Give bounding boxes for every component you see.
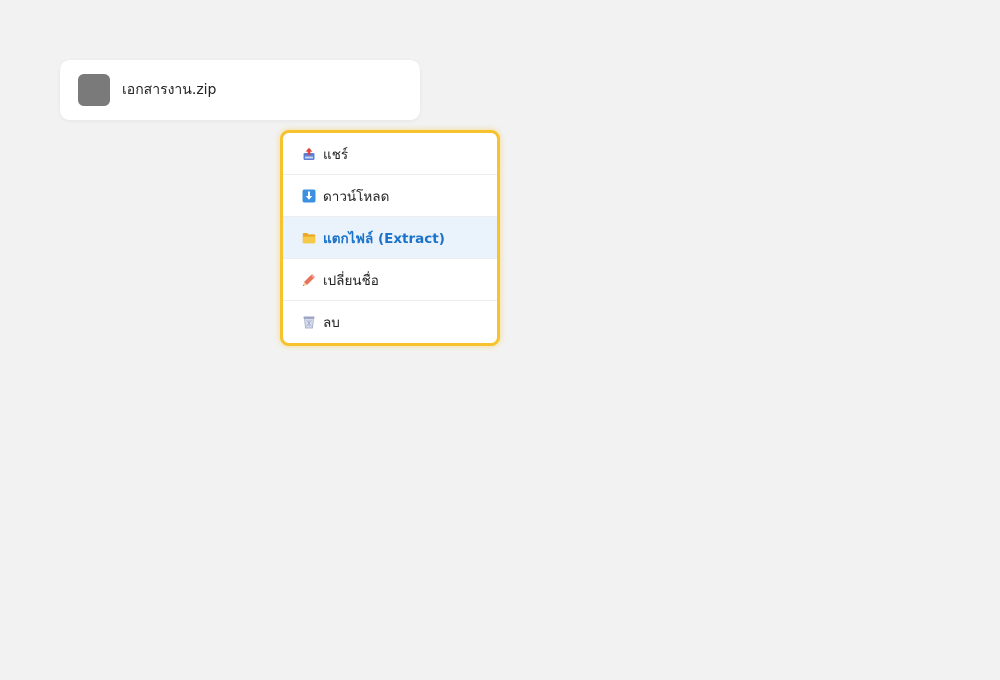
- download-arrow-icon: [302, 189, 316, 203]
- menu-item-share[interactable]: แชร์: [283, 133, 497, 175]
- pencil-icon: [302, 273, 316, 287]
- menu-item-label: แชร์: [323, 146, 349, 163]
- menu-item-rename[interactable]: เปลี่ยนชื่อ: [283, 259, 497, 301]
- menu-item-label: ดาวน์โหลด: [323, 188, 390, 205]
- menu-item-delete[interactable]: ลบ: [283, 301, 497, 343]
- context-menu: แชร์ ดาวน์โหลด แตกไฟล์ (Extract) เปลี่ยน…: [280, 130, 500, 346]
- menu-item-label: ลบ: [323, 315, 340, 331]
- menu-item-extract[interactable]: แตกไฟล์ (Extract): [283, 217, 497, 259]
- file-card[interactable]: เอกสารงาน.zip: [60, 60, 420, 120]
- file-thumbnail: [78, 74, 110, 106]
- file-name: เอกสารงาน.zip: [122, 82, 217, 98]
- share-tray-icon: [302, 147, 316, 161]
- folder-icon: [302, 231, 316, 245]
- menu-item-label: แตกไฟล์ (Extract): [323, 230, 445, 247]
- menu-item-download[interactable]: ดาวน์โหลด: [283, 175, 497, 217]
- menu-item-label: เปลี่ยนชื่อ: [323, 272, 379, 289]
- trash-icon: [302, 315, 316, 329]
